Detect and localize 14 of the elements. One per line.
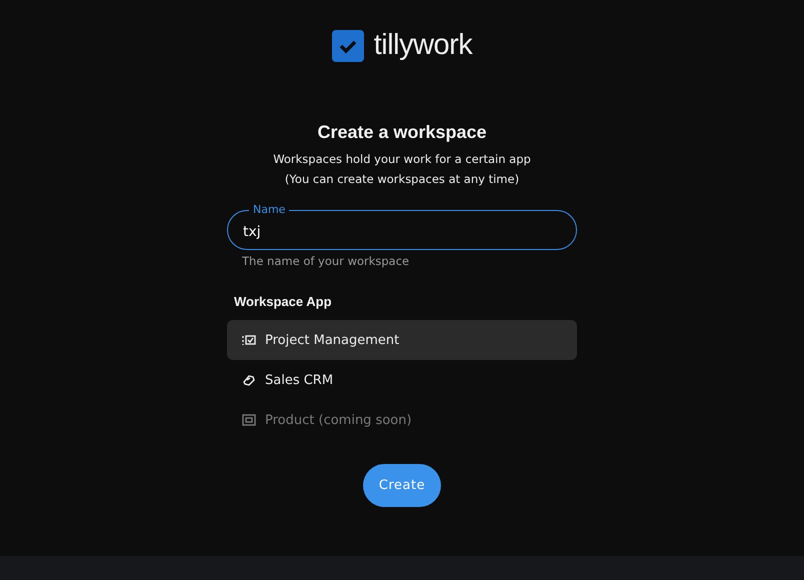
checklist-icon	[242, 333, 256, 347]
logo-text: tillywork	[374, 29, 472, 62]
app-option[interactable]: Project Management	[227, 320, 577, 360]
field-label: Name	[252, 203, 286, 217]
app-option[interactable]: Sales CRM	[227, 360, 577, 400]
name-field-box[interactable]: Name txj	[227, 203, 577, 250]
section-title: Workspace App	[234, 294, 333, 309]
name-input[interactable]: txj	[243, 220, 561, 244]
subtitle-text: (You can create workspaces at any time)	[284, 171, 520, 188]
box-icon	[242, 413, 256, 427]
page-heading: Create a workspace	[317, 122, 487, 143]
subtitle-text: Workspaces hold your work for a certain app	[273, 151, 531, 168]
logo-icon	[332, 30, 364, 62]
field-hint: The name of your workspace	[242, 254, 410, 268]
